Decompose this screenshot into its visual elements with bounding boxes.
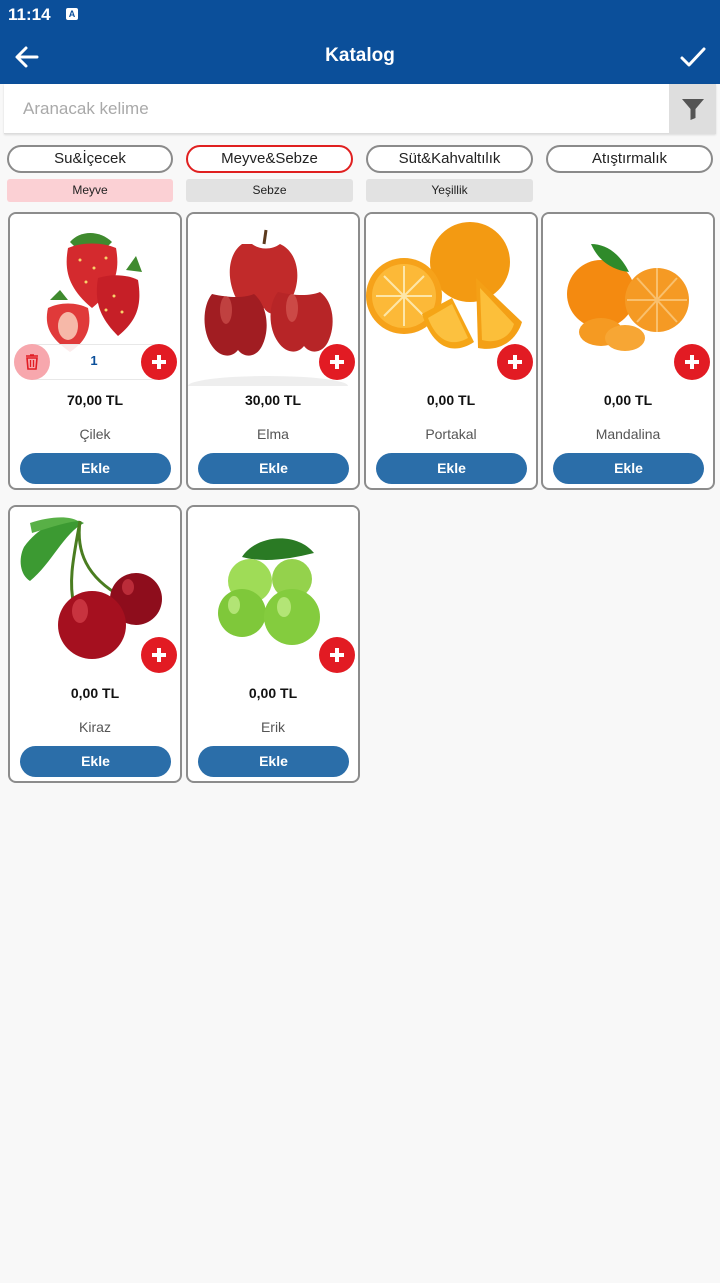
product-name: Kiraz bbox=[79, 719, 111, 735]
check-icon[interactable] bbox=[676, 40, 710, 74]
product-name: Mandalina bbox=[595, 426, 661, 442]
page-title: Katalog bbox=[325, 45, 395, 66]
add-button[interactable]: Ekle bbox=[198, 746, 349, 777]
status-time: 11:14 bbox=[8, 5, 51, 24]
product-price: 0,00 TL bbox=[248, 685, 298, 701]
search-bar bbox=[4, 84, 716, 134]
subcategory-yesillik[interactable]: Yeşillik bbox=[366, 179, 533, 202]
plus-icon[interactable] bbox=[674, 344, 710, 380]
category-sut-kahvaltilik[interactable]: Süt&Kahvaltılık bbox=[366, 145, 533, 173]
plus-icon[interactable] bbox=[141, 344, 177, 380]
add-button[interactable]: Ekle bbox=[198, 453, 349, 484]
filter-button[interactable] bbox=[669, 84, 716, 134]
product-name: Erik bbox=[260, 719, 286, 735]
product-card: 0,00 TL Mandalina Ekle bbox=[541, 212, 715, 490]
search-input[interactable] bbox=[4, 84, 668, 134]
product-price: 70,00 TL bbox=[66, 392, 124, 408]
notification-icon: A bbox=[66, 8, 78, 20]
subcategory-meyve[interactable]: Meyve bbox=[7, 179, 173, 202]
product-price: 30,00 TL bbox=[244, 392, 302, 408]
product-price: 0,00 TL bbox=[70, 685, 120, 701]
product-name: Elma bbox=[257, 426, 289, 442]
product-card: 30,00 TL Elma Ekle bbox=[186, 212, 360, 490]
add-button[interactable]: Ekle bbox=[553, 453, 704, 484]
product-card: 0,00 TL Erik Ekle bbox=[186, 505, 360, 783]
product-card: 1 70,00 TL Çilek Ekle bbox=[8, 212, 182, 490]
product-card: 0,00 TL Kiraz Ekle bbox=[8, 505, 182, 783]
plus-icon[interactable] bbox=[319, 344, 355, 380]
plus-icon[interactable] bbox=[319, 637, 355, 673]
funnel-icon bbox=[681, 99, 704, 120]
add-button[interactable]: Ekle bbox=[20, 453, 171, 484]
category-su-icecek[interactable]: Su&İçecek bbox=[7, 145, 173, 173]
category-meyve-sebze[interactable]: Meyve&Sebze bbox=[186, 145, 353, 173]
app-bar: Katalog bbox=[0, 30, 720, 84]
trash-icon[interactable] bbox=[14, 344, 50, 380]
product-name: Portakal bbox=[425, 426, 477, 442]
plus-icon[interactable] bbox=[141, 637, 177, 673]
product-price: 0,00 TL bbox=[603, 392, 653, 408]
product-card: 0,00 TL Portakal Ekle bbox=[364, 212, 538, 490]
add-button[interactable]: Ekle bbox=[20, 746, 171, 777]
subcategory-sebze[interactable]: Sebze bbox=[186, 179, 353, 202]
status-bar: 11:14 A bbox=[0, 0, 720, 30]
plus-icon[interactable] bbox=[497, 344, 533, 380]
add-button[interactable]: Ekle bbox=[376, 453, 527, 484]
quantity-value: 1 bbox=[90, 353, 98, 368]
category-atistirmalik[interactable]: Atıştırmalık bbox=[546, 145, 713, 173]
product-name: Çilek bbox=[79, 426, 111, 442]
product-price: 0,00 TL bbox=[426, 392, 476, 408]
